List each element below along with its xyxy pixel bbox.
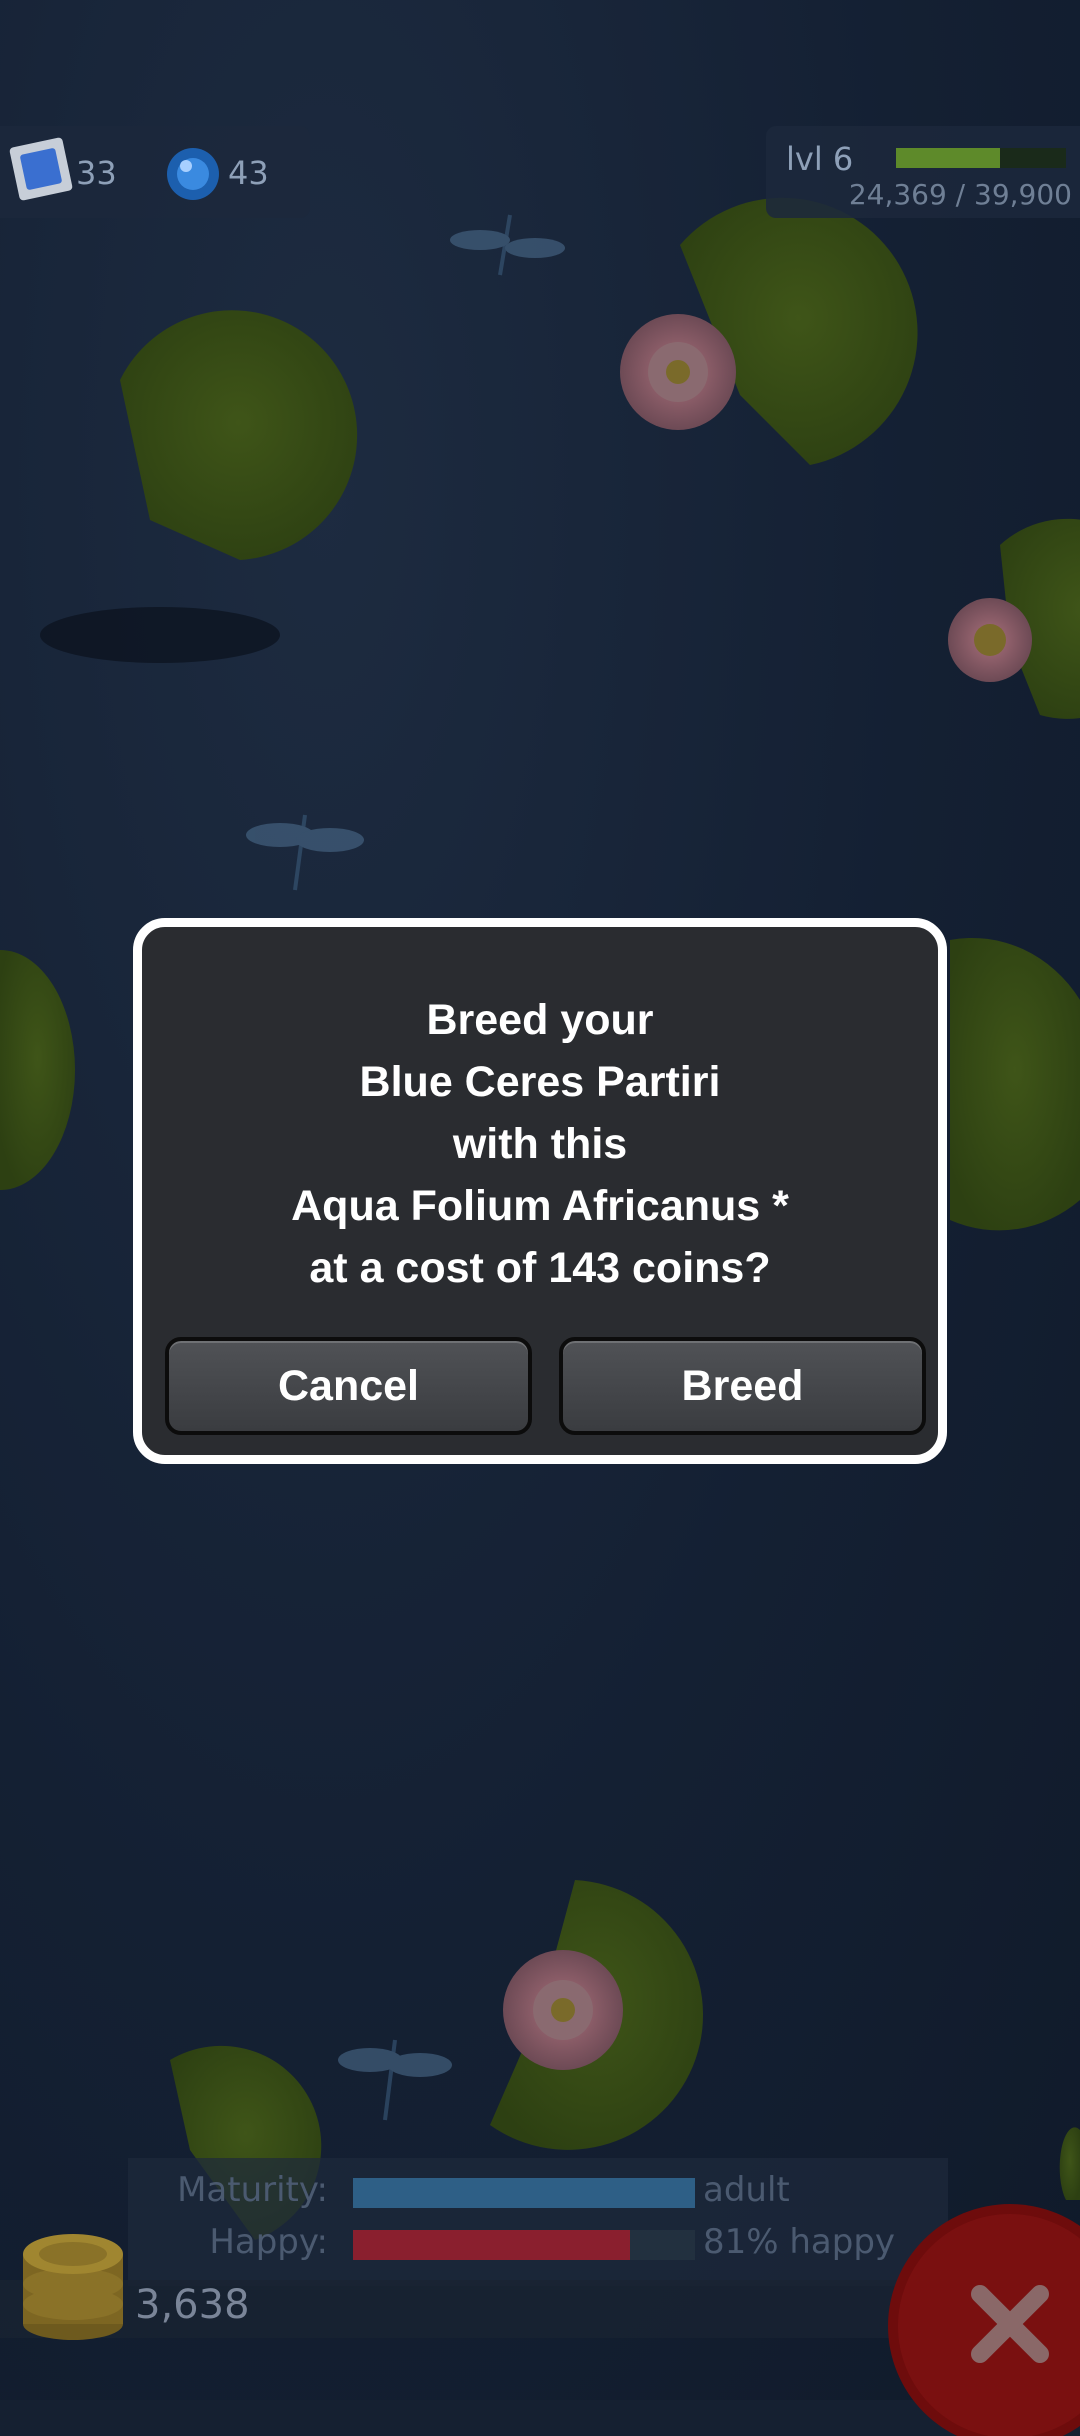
xp-bar-fill <box>896 148 1000 168</box>
dialog-line: with this <box>452 1120 628 1168</box>
dialog-line: Breed your <box>426 996 654 1044</box>
dialog-message: Breed your Blue Ceres Partiri with this … <box>142 989 938 1299</box>
breed-dialog: Breed your Blue Ceres Partiri with this … <box>133 918 947 1464</box>
cancel-button[interactable]: Cancel <box>165 1337 532 1435</box>
xp-text: 24,369 / 39,900 <box>848 178 1072 211</box>
orb-icon <box>167 148 219 200</box>
dialog-line: Blue Ceres Partiri <box>359 1058 721 1106</box>
lily-pad <box>120 310 358 560</box>
happy-bar <box>353 2230 695 2260</box>
lily-pad <box>0 950 75 1190</box>
dialog-line: Aqua Folium Africanus * <box>291 1182 789 1230</box>
currency-panel: 33 43 <box>0 126 310 218</box>
fish-stats-panel: Maturity: adult Happy: 81% happy <box>128 2158 948 2286</box>
level-label: lvl 6 <box>786 140 854 178</box>
lily-pad <box>950 937 1080 1231</box>
maturity-value: adult <box>703 2170 790 2210</box>
dialog-line: at a cost of 143 coins? <box>309 1244 771 1292</box>
level-panel: lvl 6 24,369 / 39,900 <box>766 126 1080 218</box>
stamp-count: 33 <box>76 154 117 192</box>
lily-flower <box>620 314 736 430</box>
happy-label: Happy: <box>209 2222 328 2262</box>
lily-pad <box>1059 2127 1080 2200</box>
happy-value: 81% happy <box>703 2222 896 2262</box>
breed-button[interactable]: Breed <box>559 1337 926 1435</box>
dragonfly <box>338 2039 452 2121</box>
dragonfly <box>450 214 565 276</box>
xp-bar <box>896 148 1066 168</box>
coin-count: 3,638 <box>135 2282 250 2328</box>
fish-shadow <box>40 607 280 663</box>
lily-flower <box>503 1950 623 2070</box>
maturity-label: Maturity: <box>177 2170 328 2210</box>
coin-stack-icon <box>23 2234 123 2340</box>
lily-flower <box>948 598 1032 682</box>
happy-bar-fill <box>353 2230 631 2260</box>
orb-count: 43 <box>228 154 269 192</box>
close-icon[interactable] <box>880 2196 1080 2436</box>
maturity-bar <box>353 2178 695 2208</box>
maturity-bar-fill <box>353 2178 695 2208</box>
dragonfly <box>246 814 364 891</box>
stamp-icon <box>9 137 73 201</box>
